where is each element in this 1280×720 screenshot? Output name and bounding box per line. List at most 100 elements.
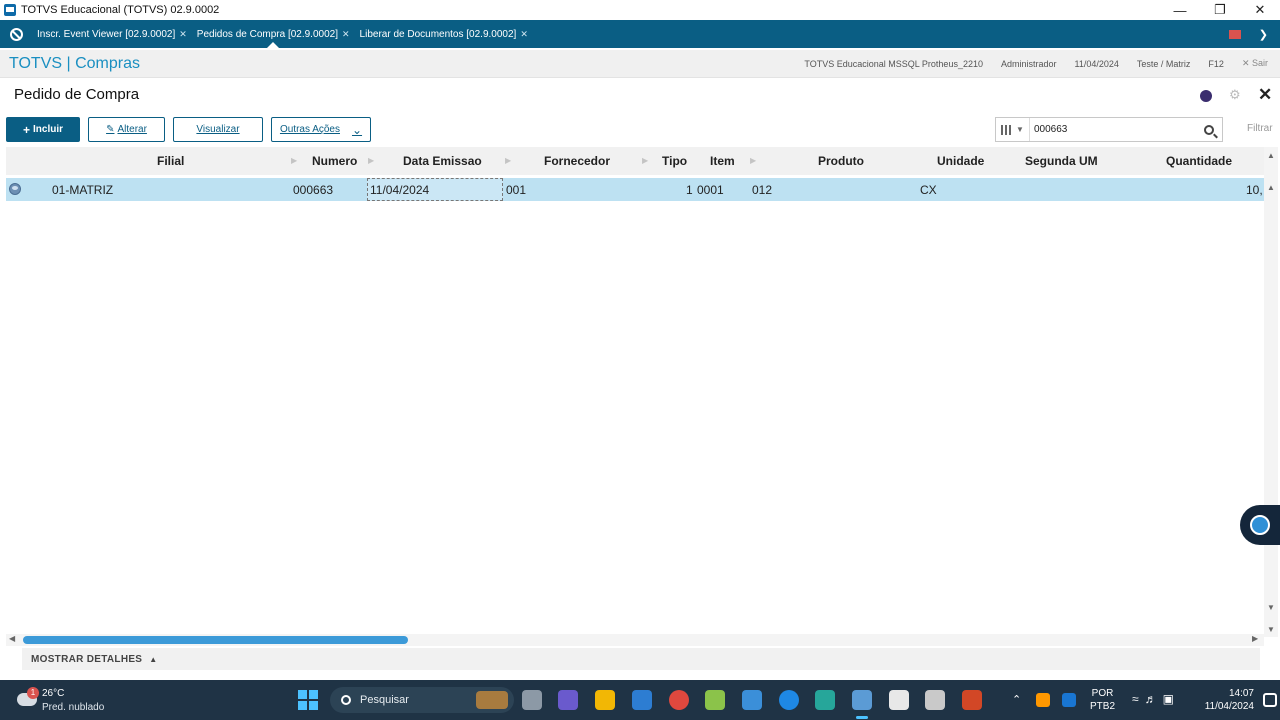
system-tray: ⌃ POR PTB2 ≈♬▣ 14:07 11/04/2024 — [1010, 680, 1280, 720]
column-header-fornecedor[interactable]: Fornecedor — [544, 147, 610, 175]
search-placeholder: Pesquisar — [360, 694, 409, 706]
routine-header: Pedido de Compra ⚙ ✕ — [0, 82, 1280, 110]
powerpoint-icon[interactable] — [962, 690, 982, 710]
status-dot-icon[interactable] — [1200, 90, 1212, 102]
column-header-item[interactable]: Item — [710, 147, 735, 175]
toolbar: + Incluir ✎ Alterar Visualizar Outras Açõe… — [0, 117, 1280, 142]
close-routine-icon[interactable]: ✕ — [1258, 85, 1272, 105]
search-input[interactable] — [1034, 124, 1194, 135]
app-icon[interactable] — [705, 690, 725, 710]
exit-button[interactable]: ✕ Sair — [1242, 58, 1268, 69]
tab-strip: Inscr. Event Viewer [02.9.0002] ✕ Pedido… — [0, 20, 1280, 48]
columns-icon[interactable]: ▼ — [996, 118, 1030, 141]
notification-icon[interactable] — [1263, 693, 1277, 707]
tab-close-icon[interactable]: ✕ — [520, 29, 528, 40]
user-label: Administrador — [1000, 58, 1057, 69]
alterar-button[interactable]: ✎ Alterar — [88, 117, 165, 142]
column-header-produto[interactable]: Produto — [818, 147, 864, 175]
outras-acoes-button[interactable]: Outras Ações ⌄ — [271, 117, 371, 142]
teams-icon[interactable] — [558, 690, 578, 710]
column-header-numero[interactable]: Numero — [312, 147, 357, 175]
chevron-right-icon[interactable]: ❯ — [1259, 28, 1268, 41]
restore-icon[interactable]: ❐ — [1200, 2, 1240, 18]
scroll-down-icon[interactable]: ▼ — [1267, 625, 1275, 634]
tab-close-icon[interactable]: ✕ — [342, 29, 350, 40]
file-explorer-icon[interactable] — [595, 690, 615, 710]
home-icon[interactable] — [0, 20, 32, 48]
cell-produto[interactable]: 012 — [752, 178, 772, 201]
weather-badge: 1 — [27, 687, 39, 699]
vertical-scrollbar[interactable]: ▲ ▲ ▼ ▼ — [1264, 147, 1278, 637]
app-icon[interactable] — [815, 690, 835, 710]
cell-tipo[interactable]: 1 — [686, 178, 693, 201]
task-view-icon[interactable] — [522, 690, 542, 710]
tab-pedidos-compra[interactable]: Pedidos de Compra [02.9.0002] ✕ — [192, 20, 355, 48]
app-monitor-icon — [4, 4, 16, 16]
shortcut-label[interactable]: F12 — [1208, 59, 1224, 69]
browser-icon[interactable] — [779, 690, 799, 710]
cell-filial[interactable]: 01-MATRIZ — [52, 178, 113, 201]
scroll-right-icon[interactable]: ▶ — [1252, 634, 1258, 643]
visualizar-button[interactable]: Visualizar — [173, 117, 263, 142]
mail-icon[interactable] — [1228, 29, 1241, 39]
incluir-button[interactable]: + Incluir — [6, 117, 80, 142]
search-icon — [341, 695, 351, 705]
app-icon[interactable] — [925, 690, 945, 710]
weather-widget[interactable]: 1 26°C Pred. nublado — [15, 685, 125, 715]
scroll-left-icon[interactable]: ◀ — [9, 634, 15, 643]
tab-event-viewer[interactable]: Inscr. Event Viewer [02.9.0002] ✕ — [32, 20, 192, 48]
tab-liberar-documentos[interactable]: Liberar de Documentos [02.9.0002] ✕ — [355, 20, 533, 48]
table-row[interactable]: 01-MATRIZ 000663 11/04/2024 001 1 0001 0… — [6, 178, 1264, 201]
search-box: ▼ — [995, 117, 1223, 142]
exit-label: Sair — [1251, 58, 1268, 68]
window-title-bar: TOTVS Educacional (TOTVS) 02.9.0002 — ❐ … — [0, 0, 1280, 20]
tray-app-icon[interactable] — [1062, 693, 1076, 707]
column-header-segunda-um[interactable]: Segunda UM — [1025, 147, 1098, 175]
gear-icon[interactable]: ⚙ — [1229, 87, 1241, 103]
search-icon[interactable] — [1204, 124, 1214, 135]
chevron-down-icon: ⌄ — [351, 122, 363, 137]
totvs-app-icon[interactable] — [852, 690, 872, 719]
vscode-icon[interactable] — [632, 690, 652, 710]
column-header-filial[interactable]: Filial — [157, 147, 184, 175]
horizontal-scrollbar[interactable]: ◀ ▶ — [6, 634, 1264, 646]
scrollbar-thumb[interactable] — [23, 636, 408, 644]
chevron-up-icon[interactable]: ⌃ — [1012, 693, 1021, 706]
minimize-icon[interactable]: — — [1160, 3, 1200, 18]
column-header-tipo[interactable]: Tipo — [662, 147, 687, 175]
details-toggle[interactable]: MOSTRAR DETALHES ▲ — [22, 648, 1260, 670]
cell-data-emissao[interactable]: 11/04/2024 — [367, 178, 503, 201]
tab-close-icon[interactable]: ✕ — [179, 29, 187, 40]
clock[interactable]: 14:07 11/04/2024 — [1190, 687, 1254, 713]
column-header-unidade[interactable]: Unidade — [937, 147, 984, 175]
language-indicator[interactable]: POR PTB2 — [1090, 687, 1115, 713]
cell-fornecedor[interactable]: 001 — [506, 178, 526, 201]
column-arrow-icon: ▶ — [750, 156, 757, 165]
tray-app-icon[interactable] — [1036, 693, 1050, 707]
cell-numero[interactable]: 000663 — [293, 178, 333, 201]
branch-label[interactable]: Teste / Matriz — [1137, 59, 1191, 69]
taskbar-search[interactable]: Pesquisar — [330, 687, 514, 713]
cell-quantidade[interactable]: 10, — [1246, 178, 1263, 201]
filter-button[interactable]: Filtrar — [1247, 123, 1273, 134]
chat-assistant-button[interactable] — [1240, 505, 1280, 545]
column-arrow-icon: ▶ — [505, 156, 512, 165]
purchase-orders-grid: Filial ▶ Numero ▶ Data Emissao ▶ Fornece… — [6, 147, 1264, 637]
7zip-icon[interactable] — [889, 690, 909, 710]
window-close-icon[interactable]: ✕ — [1240, 2, 1280, 18]
wifi-volume-battery-icons[interactable]: ≈♬▣ — [1132, 692, 1180, 706]
windows-start-icon[interactable] — [298, 690, 318, 710]
plus-icon: + — [22, 122, 30, 137]
scroll-up-icon[interactable]: ▲ — [1267, 151, 1275, 160]
tab-label: Pedidos de Compra [02.9.0002] — [196, 28, 338, 40]
scroll-down-icon[interactable]: ▼ — [1267, 603, 1275, 612]
triangle-up-icon: ▲ — [149, 654, 158, 664]
column-header-data-emissao[interactable]: Data Emissao — [403, 147, 482, 175]
scroll-up-icon[interactable]: ▲ — [1267, 183, 1275, 192]
cell-unidade[interactable]: CX — [920, 178, 937, 201]
app-icon[interactable] — [742, 690, 762, 710]
row-status-icon[interactable] — [9, 183, 21, 195]
cell-item[interactable]: 0001 — [697, 178, 724, 201]
column-header-quantidade[interactable]: Quantidade — [1166, 147, 1232, 175]
chrome-icon[interactable] — [669, 690, 689, 710]
